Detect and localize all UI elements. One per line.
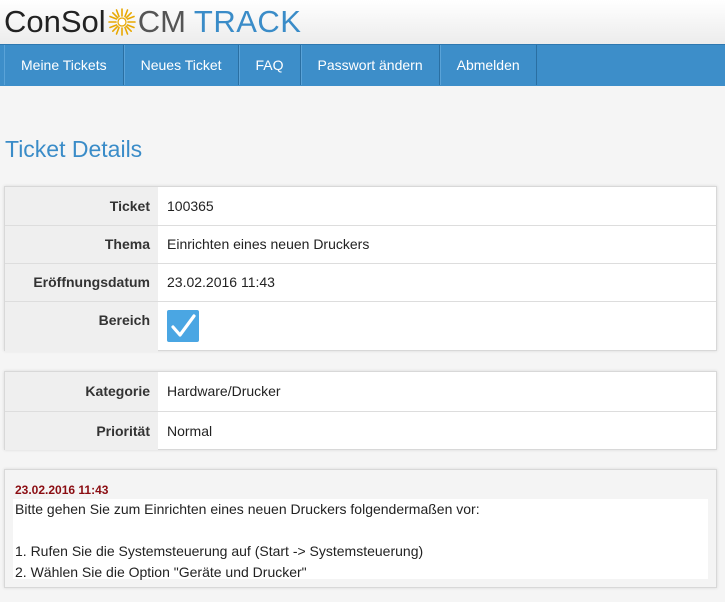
message-line: 2. Wählen Sie die Option "Geräte und Dru… [15, 564, 307, 580]
message-line: 1. Rufen Sie die Systemsteuerung auf (St… [15, 543, 424, 559]
message-line: Bitte gehen Sie zum Einrichten eines neu… [15, 501, 480, 517]
prioritaet-label: Priorität [5, 412, 158, 450]
nav-abmelden[interactable]: Abmelden [439, 45, 537, 85]
row-thema: Thema Einrichten eines neuen Druckers [5, 226, 716, 264]
ticket-details-panel: Ticket 100365 Thema Einrichten eines neu… [4, 186, 717, 352]
message-line [15, 520, 708, 541]
main-navigation: Meine Tickets Neues Ticket FAQ Passwort … [0, 44, 725, 86]
row-bereich: Bereich [5, 302, 716, 352]
sun-icon [107, 8, 136, 36]
logo-text-track: TRACK [193, 4, 302, 39]
kategorie-value: Hardware/Drucker [167, 383, 281, 399]
row-prioritaet: Priorität Normal [5, 412, 716, 450]
nav-faq[interactable]: FAQ [238, 45, 301, 85]
kategorie-label: Kategorie [5, 372, 158, 411]
row-ticket: Ticket 100365 [5, 187, 716, 226]
nav-neues-ticket[interactable]: Neues Ticket [123, 45, 239, 85]
logo-text-cm: CM [137, 4, 186, 39]
app-header: ConSol CM TRACK [0, 0, 725, 44]
ticket-value: 100365 [167, 198, 214, 214]
eroeffnungsdatum-label: Eröffnungsdatum [5, 264, 158, 301]
checkmark-icon [167, 310, 199, 342]
bereich-label: Bereich [5, 302, 158, 352]
bereich-value [158, 302, 716, 352]
nav-passwort-aendern[interactable]: Passwort ändern [300, 45, 440, 85]
consol-cm-track-logo[interactable]: ConSol CM TRACK [4, 2, 301, 42]
logo-text-consol: ConSol [4, 4, 106, 39]
ticket-label: Ticket [5, 187, 158, 225]
row-kategorie: Kategorie Hardware/Drucker [5, 372, 716, 412]
thema-value: Einrichten eines neuen Druckers [167, 236, 370, 252]
page-title: Ticket Details [5, 136, 143, 162]
eroeffnungsdatum-value: 23.02.2016 11:43 [167, 274, 275, 290]
message-date: 23.02.2016 11:43 [15, 483, 109, 497]
prioritaet-value: Normal [167, 423, 213, 439]
message-panel: 23.02.2016 11:43 Bitte gehen Sie zum Ein… [4, 469, 717, 588]
message-body: Bitte gehen Sie zum Einrichten eines neu… [13, 499, 708, 580]
row-eroeffnungsdatum: Eröffnungsdatum 23.02.2016 11:43 [5, 264, 716, 302]
nav-meine-tickets[interactable]: Meine Tickets [4, 45, 124, 85]
thema-label: Thema [5, 226, 158, 263]
classification-panel: Kategorie Hardware/Drucker Priorität Nor… [4, 371, 717, 450]
